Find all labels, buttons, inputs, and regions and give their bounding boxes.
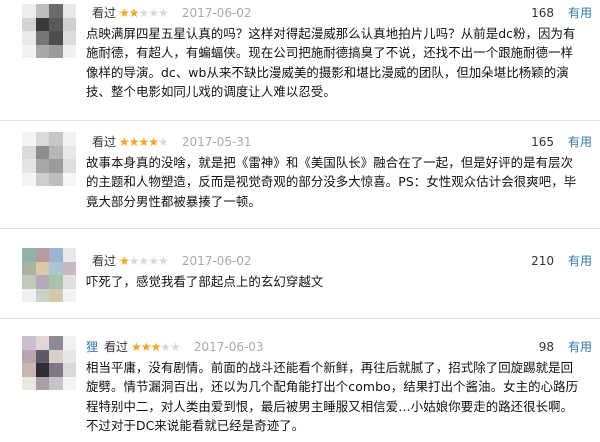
username-link[interactable]: 狸 [86, 340, 98, 354]
useful-link[interactable]: 有用 [568, 252, 592, 270]
watched-label: 看过 [92, 254, 117, 268]
watched-label: 看过 [92, 6, 117, 20]
review-date: 2017-06-02 [181, 6, 252, 20]
review-meta: 看过★★★★★★★★★★ 2017-06-02 [86, 252, 252, 270]
rating-stars: ★★★★★★★★★★ [119, 6, 169, 20]
review-content: 相当平庸，没有剧情。前面的战斗还能看个新鲜，再往后就腻了，招式除了回旋踢就是回旋… [86, 360, 579, 434]
review-date: 2017-05-31 [181, 135, 252, 149]
divider [0, 318, 600, 319]
watched-label: 看过 [92, 135, 117, 149]
rating-stars: ★★★★★★★★★★ [119, 254, 169, 268]
rating-stars: ★★★★★★★★★★ [119, 135, 169, 149]
review-date: 2017-06-02 [181, 254, 252, 268]
useful-link[interactable]: 有用 [568, 338, 592, 356]
avatar[interactable] [22, 248, 76, 302]
vote-count: 168 [531, 6, 554, 20]
review-meta: 看过★★★★★★★★★★ 2017-05-31 [86, 133, 252, 151]
rating-stars: ★★★★★★★★★★ [131, 340, 181, 354]
vote-count: 165 [531, 135, 554, 149]
rating-stars-fill: ★★★★★ [119, 135, 159, 149]
avatar[interactable] [22, 4, 76, 58]
review-meta: 看过★★★★★★★★★★ 2017-06-02 [86, 4, 252, 22]
useful-link[interactable]: 有用 [568, 133, 592, 151]
useful-link[interactable]: 有用 [568, 4, 592, 22]
watched-label: 看过 [104, 340, 129, 354]
rating-stars-fill: ★★★★★ [131, 340, 161, 354]
review-content: 点映满屏四星五星认真的吗？这样对得起漫威那么认真地拍片儿吗？从前是dc粉，因为有… [86, 26, 576, 100]
avatar[interactable] [22, 132, 76, 186]
divider [0, 228, 600, 229]
rating-stars-fill: ★★★★★ [119, 254, 129, 268]
review-date: 2017-06-03 [193, 340, 264, 354]
review-content: 故事本身真的没啥，就是把《雷神》和《美国队长》融合在了一起，但是好评的是有层次的… [86, 155, 577, 209]
review-content: 吓死了，感觉我看了部起点上的玄幻穿越文 [86, 274, 324, 289]
avatar[interactable] [22, 336, 76, 390]
rating-stars-fill: ★★★★★ [119, 6, 139, 20]
divider [0, 120, 600, 121]
vote-count: 98 [538, 340, 554, 354]
vote-count: 210 [531, 254, 554, 268]
review-meta: 狸看过★★★★★★★★★★ 2017-06-03 [86, 338, 264, 356]
